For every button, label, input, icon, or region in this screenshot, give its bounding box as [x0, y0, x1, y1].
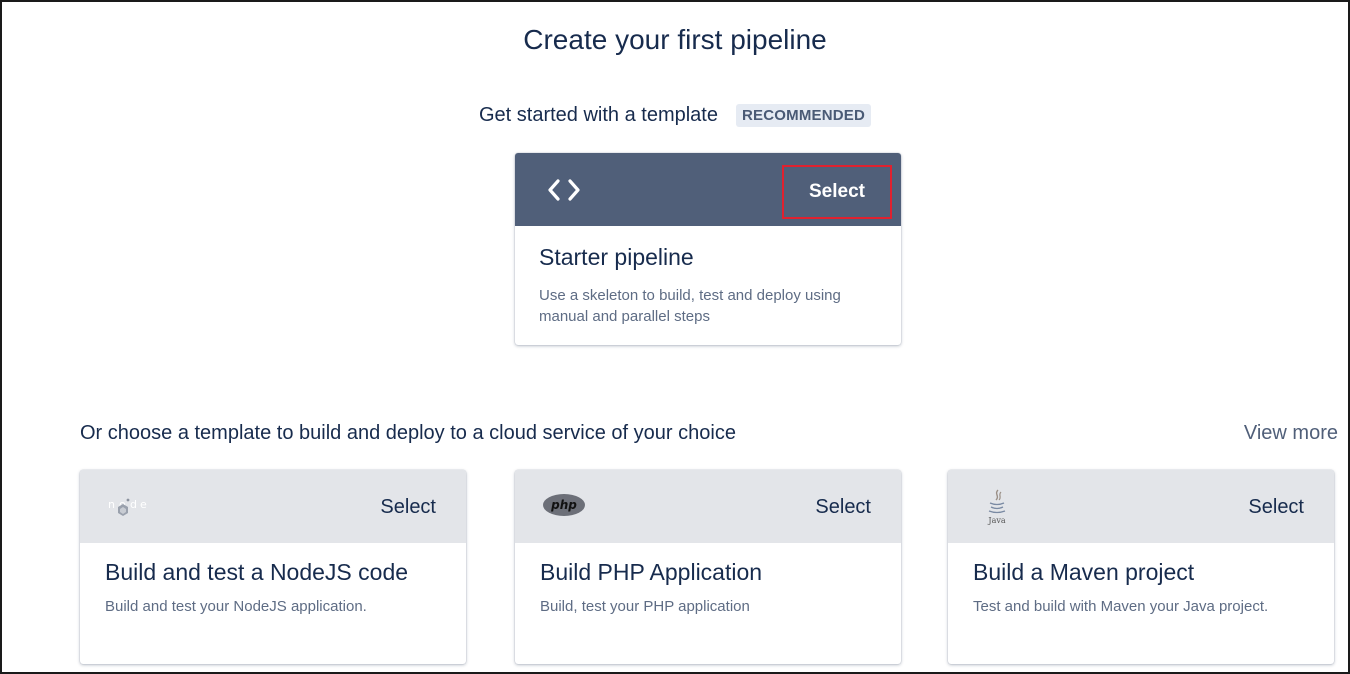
svg-text:php: php: [550, 498, 577, 512]
recommended-badge: RECOMMENDED: [735, 104, 872, 127]
starter-card-header: Select: [515, 153, 901, 226]
nodejs-card-title: Build and test a NodeJS code: [105, 559, 409, 585]
nodejs-select-button[interactable]: Select: [380, 496, 436, 519]
java-logo-icon: Java: [987, 489, 1006, 525]
php-select-button[interactable]: Select: [815, 496, 871, 519]
templates-label: Or choose a template to build and deploy…: [80, 422, 736, 444]
recommended-heading-row: Get started with a template RECOMMENDED: [2, 104, 1348, 127]
template-card-maven[interactable]: Java Select Build a Maven project Test a…: [948, 470, 1334, 664]
php-card-description: Build, test your PHP application: [540, 598, 750, 615]
recommended-label: Get started with a template: [478, 104, 718, 126]
php-logo-icon: php: [543, 494, 585, 516]
svg-text:n: n: [108, 498, 115, 511]
php-card-header: php Select: [515, 470, 901, 543]
nodejs-card-header: n o d e Select: [80, 470, 466, 543]
starter-card-title: Starter pipeline: [539, 244, 694, 270]
starter-pipeline-card[interactable]: Select Starter pipeline Use a skeleton t…: [515, 153, 901, 345]
template-card-nodejs[interactable]: n o d e Select Build and test a NodeJS c…: [80, 470, 466, 664]
maven-card-body: Build a Maven project Test and build wit…: [948, 543, 1334, 631]
nodejs-card-body: Build and test a NodeJS code Build and t…: [80, 543, 466, 631]
svg-text:d: d: [130, 498, 137, 511]
maven-card-header: Java Select: [948, 470, 1334, 543]
starter-select-button[interactable]: Select: [782, 165, 892, 219]
page-title: Create your first pipeline: [523, 24, 827, 55]
nodejs-card-description: Build and test your NodeJS application.: [105, 598, 367, 615]
nodejs-logo-icon: n o d e: [108, 498, 147, 516]
view-more-link[interactable]: View more: [1244, 422, 1338, 445]
starter-card-description: Use a skeleton to build, test and deploy…: [539, 287, 841, 325]
svg-text:e: e: [140, 498, 147, 511]
code-icon: [548, 179, 580, 201]
starter-card-body: Starter pipeline Use a skeleton to build…: [515, 226, 901, 341]
maven-card-description: Test and build with Maven your Java proj…: [973, 598, 1269, 615]
php-card-title: Build PHP Application: [540, 559, 763, 585]
svg-text:Java: Java: [987, 516, 1005, 525]
template-card-php[interactable]: php Select Build PHP Application Build, …: [515, 470, 901, 664]
maven-card-title: Build a Maven project: [973, 559, 1195, 585]
page-frame: Create your first pipeline Get started w…: [0, 0, 1350, 674]
php-card-body: Build PHP Application Build, test your P…: [515, 543, 901, 631]
templates-heading-row: Or choose a template to build and deploy…: [80, 422, 1338, 445]
maven-select-button[interactable]: Select: [1248, 496, 1304, 519]
